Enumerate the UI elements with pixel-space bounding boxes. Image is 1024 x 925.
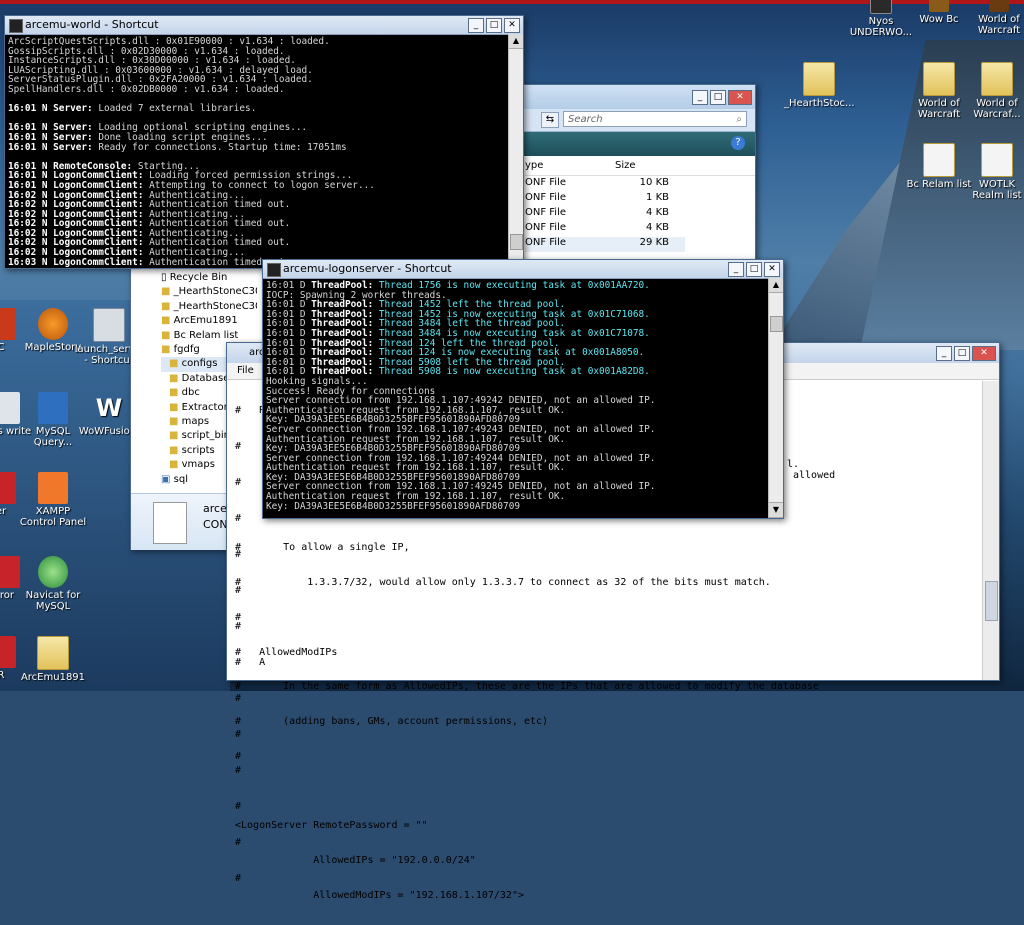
refresh-icon[interactable]: ⇆ bbox=[541, 112, 559, 128]
recycle-bin-icon: ▯ bbox=[161, 272, 170, 283]
folder-icon: ■ bbox=[169, 416, 182, 428]
explorer-file-list: ONF File 10 KB ONF File 1 KB ONF File 4 KB … bbox=[525, 177, 685, 252]
scroll-up-icon[interactable]: ▲ bbox=[769, 278, 783, 293]
desktop-icon-wow-top[interactable]: World of Warcraft bbox=[964, 0, 1024, 36]
minimize-button[interactable]: _ bbox=[728, 262, 744, 277]
file-row[interactable]: ONF File 29 KB bbox=[525, 237, 685, 252]
desktop-icon-partial-r[interactable]: R bbox=[0, 636, 36, 681]
logon-console-titlebar: arcemu-logonserver - Shortcut _ □ ✕ bbox=[263, 260, 783, 279]
column-type[interactable]: ype bbox=[525, 157, 543, 175]
world-console-titlebar: arcemu-world - Shortcut _ □ ✕ bbox=[5, 16, 523, 35]
console-line: 16:01 N Server: Loaded 7 external librar… bbox=[8, 103, 257, 115]
close-button[interactable]: ✕ bbox=[972, 346, 996, 361]
console-icon bbox=[9, 19, 23, 33]
search-input[interactable]: Search ⌕ bbox=[563, 111, 747, 127]
search-icon: ⌕ bbox=[736, 114, 742, 125]
help-icon[interactable]: ? bbox=[731, 136, 745, 150]
maximize-button[interactable]: □ bbox=[710, 90, 726, 105]
details-type: CON bbox=[203, 518, 228, 531]
folder-icon: ■ bbox=[169, 387, 182, 399]
console-line: 16:01 N Server: Ready for connections. S… bbox=[8, 141, 347, 153]
file-row[interactable]: ONF File 4 KB bbox=[525, 222, 685, 237]
logon-console-window[interactable]: arcemu-logonserver - Shortcut _ □ ✕ 16:0… bbox=[262, 259, 784, 519]
logon-console-scrollbar[interactable]: ▲ ▼ bbox=[768, 278, 783, 518]
tree-item[interactable]: ▯ Recycle Bin bbox=[161, 271, 257, 285]
console-icon bbox=[267, 263, 281, 277]
folder-icon: ■ bbox=[169, 459, 182, 471]
maximize-button[interactable]: □ bbox=[954, 346, 970, 361]
world-console-output: ArcScriptQuestScripts.dll : 0x01E90000 :… bbox=[5, 35, 509, 268]
world-console-scrollbar[interactable]: ▲ bbox=[508, 34, 523, 268]
tree-item[interactable]: ■ ArcEmu1891 bbox=[161, 314, 257, 328]
scroll-down-icon[interactable]: ▼ bbox=[769, 502, 783, 518]
file-preview-icon bbox=[153, 502, 187, 544]
folder-icon: ■ bbox=[161, 286, 174, 298]
folder-icon: ■ bbox=[161, 329, 174, 341]
maximize-button[interactable]: □ bbox=[486, 18, 502, 33]
folder-icon: ■ bbox=[169, 401, 182, 413]
notepad-text[interactable]: # To allow a single IP, # 1.3.3.7/32, wo… bbox=[235, 519, 819, 925]
close-button[interactable]: ✕ bbox=[504, 18, 520, 33]
search-placeholder: Search bbox=[568, 114, 603, 125]
minimize-button[interactable]: _ bbox=[468, 18, 484, 33]
scroll-thumb[interactable] bbox=[510, 234, 523, 250]
desktop-icon-hearthstone[interactable]: _HearthStoc... bbox=[784, 62, 855, 109]
folder-icon: ■ bbox=[161, 344, 174, 356]
notepad-scrollbar[interactable] bbox=[982, 381, 999, 680]
logon-console-output: 16:01 D ThreadPool: Thread 1756 is now e… bbox=[263, 279, 769, 518]
folder-icon: ■ bbox=[169, 358, 182, 370]
world-console-controls: _ □ ✕ bbox=[468, 18, 520, 33]
maximize-button[interactable]: □ bbox=[746, 262, 762, 277]
folder-icon: ■ bbox=[169, 430, 182, 442]
notepad-window-controls: _ □ ✕ bbox=[936, 346, 996, 361]
folder-icon: ■ bbox=[161, 315, 174, 327]
folder-icon: ■ bbox=[161, 300, 174, 312]
file-row[interactable]: ONF File 10 KB bbox=[525, 177, 685, 192]
minimize-button[interactable]: _ bbox=[692, 90, 708, 105]
file-row[interactable]: ONF File 4 KB bbox=[525, 207, 685, 222]
desktop-icon-partial-rror[interactable]: rror bbox=[0, 556, 40, 601]
close-button[interactable]: ✕ bbox=[728, 90, 752, 105]
database-icon: ▣ bbox=[161, 473, 174, 485]
tree-item[interactable]: ■ _HearthStoneC303F bbox=[161, 285, 257, 299]
details-name: arce bbox=[203, 502, 227, 515]
file-row[interactable]: ONF File 1 KB bbox=[525, 192, 685, 207]
scroll-thumb[interactable] bbox=[770, 316, 783, 332]
notepad-fragment-1: l. bbox=[787, 459, 800, 470]
desktop-icon-partial-er[interactable]: er bbox=[0, 472, 36, 517]
folder-icon: ■ bbox=[169, 444, 182, 456]
desktop-icon-wotlk[interactable]: WOTLK Realm list bbox=[962, 143, 1024, 201]
column-size[interactable]: Size bbox=[615, 157, 636, 175]
explorer-details-pane: arce CON bbox=[131, 493, 231, 550]
window-title: arcemu-world - Shortcut bbox=[25, 18, 159, 31]
scroll-thumb[interactable] bbox=[985, 581, 998, 621]
world-console-window[interactable]: arcemu-world - Shortcut _ □ ✕ ArcScriptQ… bbox=[4, 15, 524, 269]
window-title: arcemu-logonserver - Shortcut bbox=[283, 262, 452, 275]
desktop-icon-wow-2[interactable]: World of Warcraf... bbox=[962, 62, 1024, 120]
console-line: SpellHandlers.dll : 0x02DB0000 : v1.634 … bbox=[8, 83, 285, 95]
tree-item[interactable]: ■ _HearthStoneC303F bbox=[161, 300, 257, 314]
console-line: Key: DA39A3EE5E6B4B0D3255BFEF95601890AFD… bbox=[266, 500, 520, 512]
scroll-up-icon[interactable]: ▲ bbox=[509, 34, 523, 49]
minimize-button[interactable]: _ bbox=[936, 346, 952, 361]
close-button[interactable]: ✕ bbox=[764, 262, 780, 277]
logon-console-controls: _ □ ✕ bbox=[728, 262, 780, 277]
desktop-icon-partial-ends[interactable]: ends write bbox=[0, 392, 40, 437]
notepad-fragment-2: allowed bbox=[793, 470, 836, 481]
explorer-window-controls: _ □ ✕ bbox=[692, 90, 752, 105]
desktop-icon-partial-c[interactable]: C bbox=[0, 308, 36, 353]
tree-item[interactable]: ■ Bc Relam list bbox=[161, 329, 257, 343]
menu-file[interactable]: File bbox=[237, 365, 254, 376]
folder-icon: ■ bbox=[169, 372, 182, 384]
explorer-column-header: ype Size bbox=[525, 157, 755, 176]
